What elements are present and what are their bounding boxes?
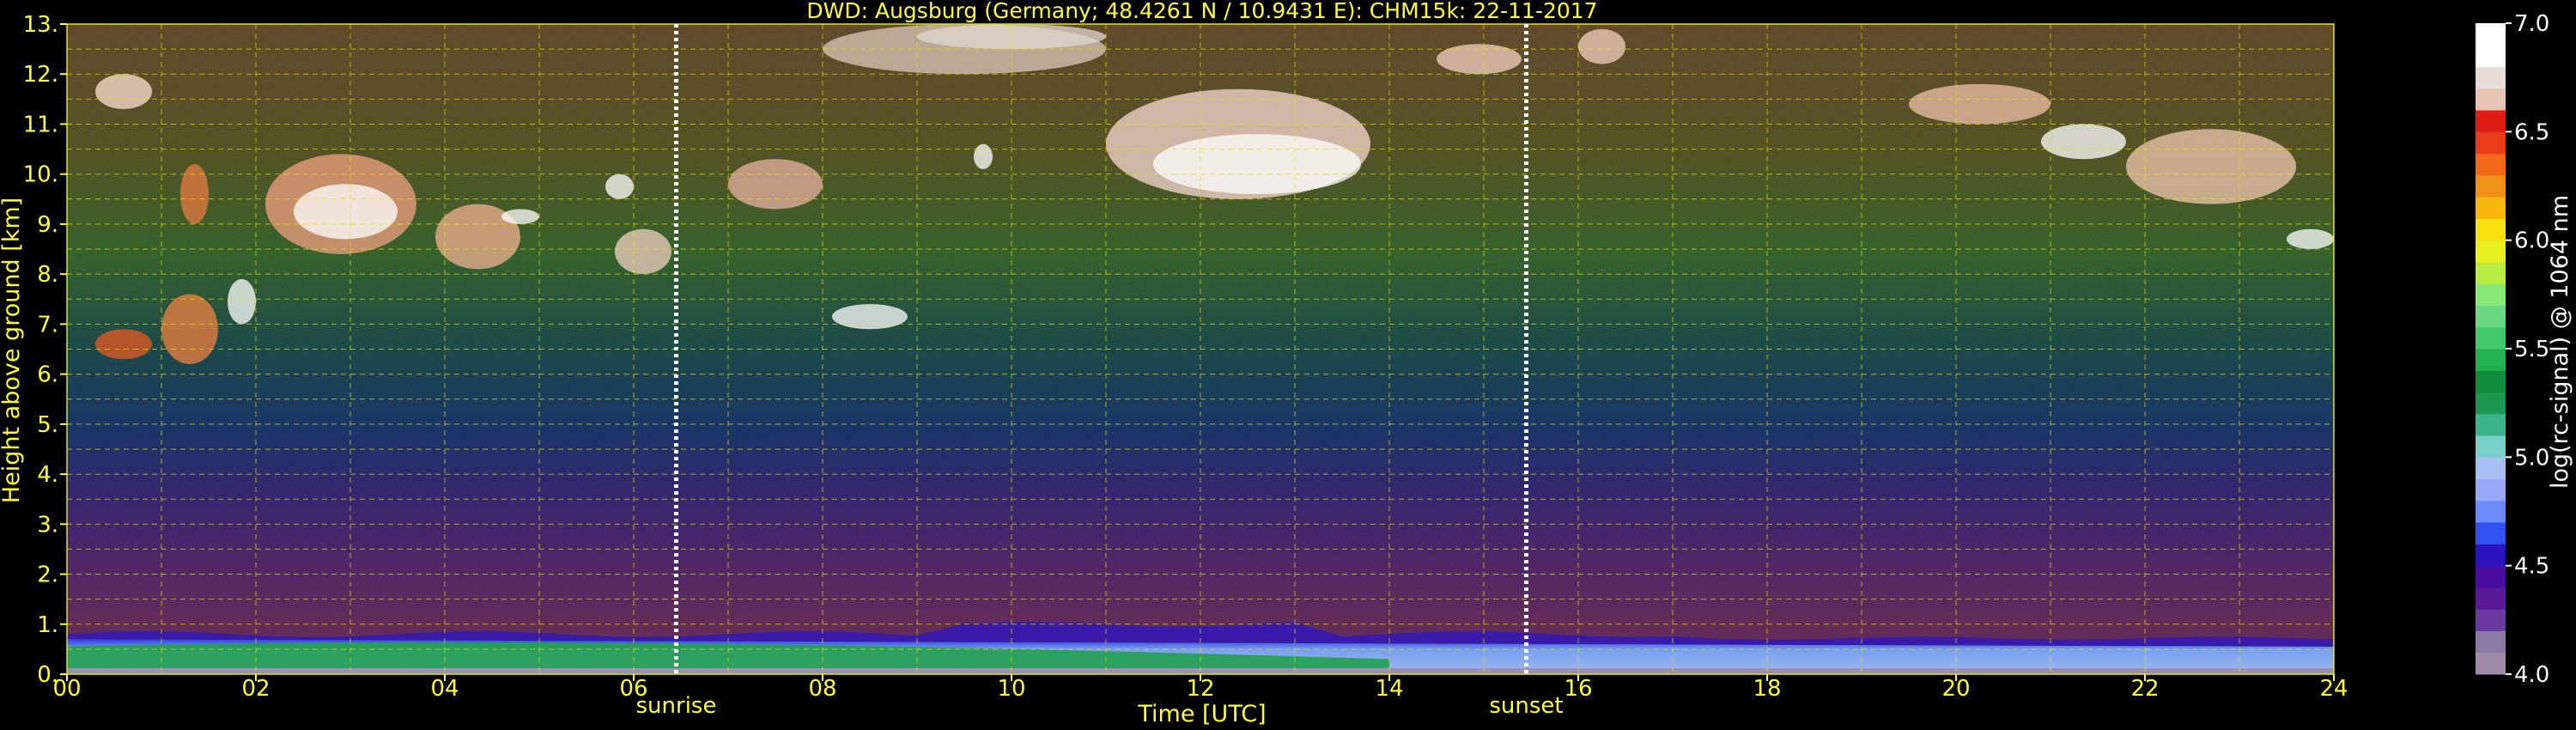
x-tick-label: 14 — [1375, 676, 1403, 702]
cloud-patch — [161, 294, 218, 364]
cloud-patch — [974, 143, 993, 169]
colorbar-segment — [2476, 218, 2506, 241]
x-tick-label: 20 — [1941, 676, 1970, 702]
cloud-patch — [294, 184, 398, 240]
cloud-patch — [2287, 228, 2334, 250]
y-tick-label: 5. — [37, 412, 58, 438]
cloud-patch — [1578, 28, 1625, 64]
ceilometer-chart: sunrise sunset 0.1.2.3.4.5.6.7.8.9.10.11.… — [0, 0, 2573, 727]
colorbar: 4.0 4.5 5.0 5.5 6.0 6.5 7.0 — [2476, 11, 2549, 688]
x-tick-label: 22 — [2130, 676, 2159, 702]
cloud-patch — [2041, 124, 2126, 160]
colorbar-segment — [2476, 349, 2506, 371]
colorbar-segment — [2476, 522, 2506, 544]
colorbar-tick-label: 4.5 — [2514, 554, 2549, 580]
cloud-patch — [95, 329, 152, 360]
y-tick-label: 6. — [37, 362, 58, 388]
x-tick-label: 24 — [2319, 676, 2348, 702]
y-tick-label: 1. — [37, 612, 58, 638]
y-tick-label: 12. — [23, 62, 58, 88]
colorbar-label: log(rc-signal) @ 1064 nm — [2547, 195, 2573, 489]
x-tick-label: 04 — [430, 676, 459, 702]
colorbar-segment — [2476, 413, 2506, 436]
cloud-patch — [728, 159, 823, 210]
chart-title: DWD: Augsburg (Germany; 48.4261 N / 10.9… — [806, 0, 1597, 23]
cloud-patch — [501, 209, 539, 224]
y-axis-label: Height above ground [km] — [0, 198, 25, 503]
colorbar-segment — [2476, 500, 2506, 523]
cloud-patch — [615, 228, 671, 275]
colorbar-segment — [2476, 435, 2506, 458]
colorbar-segment — [2476, 174, 2506, 198]
cloud-patch — [228, 278, 256, 325]
x-tick-label: 02 — [241, 676, 270, 702]
colorbar-segment — [2476, 197, 2506, 219]
cloud-patch — [832, 304, 908, 330]
colorbar-segment — [2476, 587, 2506, 610]
colorbar-segment — [2476, 630, 2506, 654]
x-tick-label: 08 — [808, 676, 836, 702]
y-tick-label: 8. — [37, 262, 58, 288]
colorbar-tick-label: 6.0 — [2514, 228, 2549, 254]
colorbar-segment — [2476, 544, 2506, 567]
y-tick-label: 3. — [37, 512, 58, 538]
cloud-patch — [180, 164, 209, 224]
cloud-patch — [1437, 44, 1522, 75]
cloud-patch — [95, 74, 152, 109]
colorbar-segment — [2476, 153, 2506, 176]
cloud-patch — [1153, 134, 1361, 194]
colorbar-tick-label: 6.5 — [2514, 119, 2549, 145]
colorbar-segment — [2476, 88, 2506, 111]
event-label-sunrise: sunrise — [636, 693, 717, 719]
cloud-patch — [605, 173, 634, 199]
colorbar-segment — [2476, 110, 2506, 132]
y-tick-label: 10. — [23, 162, 58, 188]
x-tick-label: 16 — [1564, 676, 1592, 702]
colorbar-segment — [2476, 478, 2506, 502]
y-tick-label: 11. — [23, 112, 58, 137]
colorbar-segment — [2476, 45, 2506, 68]
colorbar-segment — [2476, 305, 2506, 328]
colorbar-segment — [2476, 565, 2506, 588]
colorbar-segment — [2476, 370, 2506, 393]
colorbar-segment — [2476, 23, 2506, 46]
x-tick-label: 00 — [52, 676, 81, 702]
colorbar-tick-label: 4.0 — [2514, 662, 2549, 688]
x-tick-label: 12 — [1186, 676, 1214, 702]
colorbar-segment — [2476, 609, 2506, 631]
cloud-patch — [2126, 129, 2296, 204]
x-tick-label: 10 — [997, 676, 1025, 702]
colorbar-segment — [2476, 131, 2506, 155]
y-tick-label: 4. — [37, 462, 58, 488]
y-tick-label: 2. — [37, 563, 58, 588]
y-tick-label: 7. — [37, 312, 58, 338]
event-label-sunset: sunset — [1489, 693, 1563, 719]
colorbar-segment — [2476, 326, 2506, 350]
y-axis-ticks: 0.1.2.3.4.5.6.7.8.9.10.11.12.13. — [23, 12, 67, 688]
cloud-patch — [1909, 83, 2050, 125]
x-tick-label: 06 — [619, 676, 647, 702]
colorbar-segment — [2476, 457, 2506, 480]
colorbar-segment — [2476, 240, 2506, 263]
colorbar-tick-label: 5.0 — [2514, 445, 2549, 471]
colorbar-tick-label: 7.0 — [2514, 11, 2549, 37]
colorbar-segment — [2476, 652, 2506, 675]
colorbar-segment — [2476, 261, 2506, 284]
colorbar-segment — [2476, 66, 2506, 89]
x-axis-label: Time [UTC] — [1137, 701, 1266, 727]
colorbar-tick-label: 5.5 — [2514, 337, 2549, 362]
y-tick-label: 13. — [23, 12, 58, 38]
colorbar-segment — [2476, 392, 2506, 415]
y-tick-label: 9. — [37, 212, 58, 238]
x-tick-label: 18 — [1753, 676, 1781, 702]
colorbar-segment — [2476, 283, 2506, 306]
x-axis-ticks: 00 02 04 06 08 10 12 14 16 18 20 22 24 — [52, 674, 2348, 702]
